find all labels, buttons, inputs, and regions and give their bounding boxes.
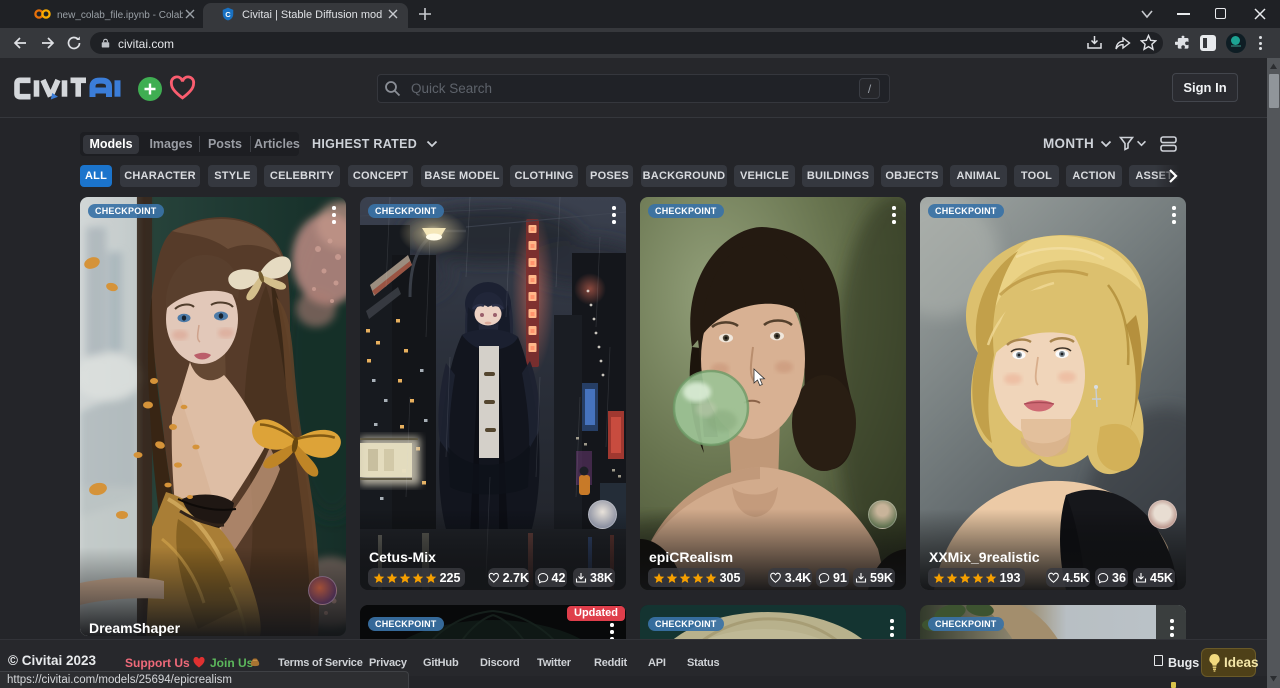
svg-text:C: C — [225, 10, 231, 19]
